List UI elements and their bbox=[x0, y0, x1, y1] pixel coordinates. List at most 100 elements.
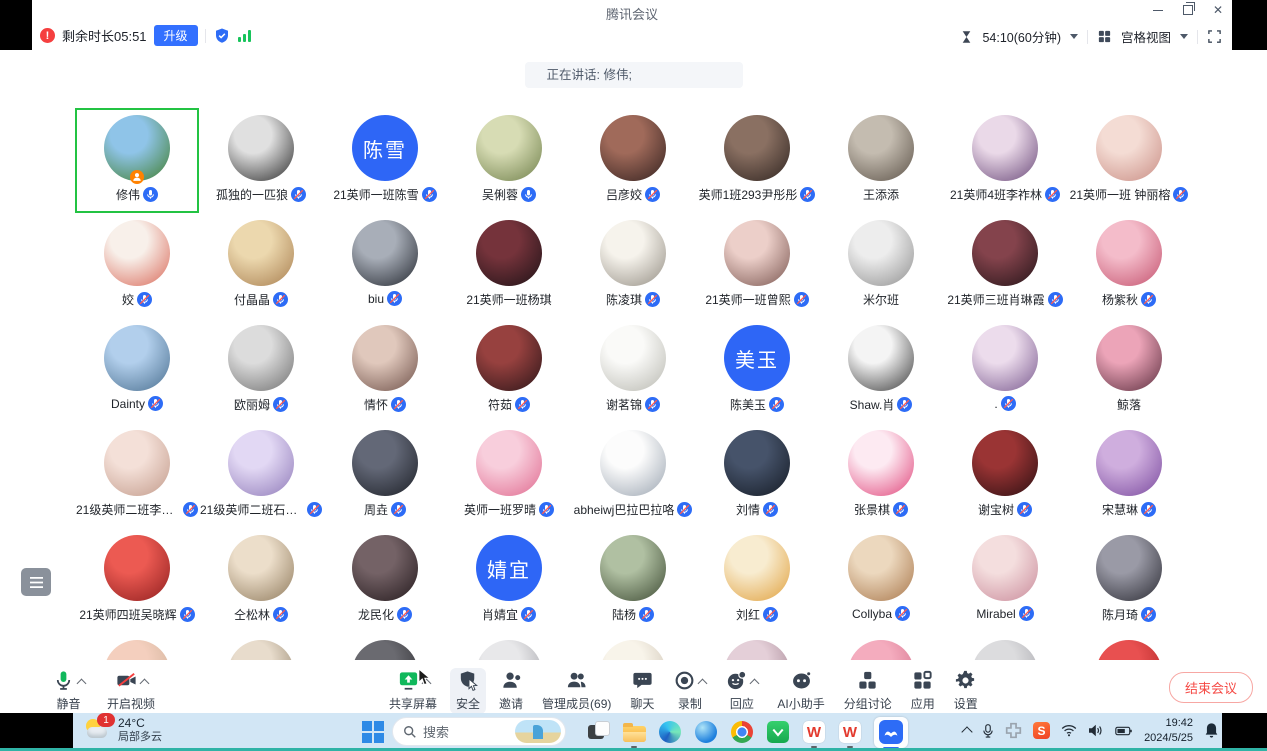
participant-tile[interactable]: 姣 bbox=[75, 213, 199, 318]
chevron-up-icon[interactable] bbox=[750, 679, 760, 689]
taskbar-app-green-store[interactable] bbox=[766, 720, 790, 744]
participant-tile[interactable]: 孤独的一匹狼 bbox=[199, 108, 323, 213]
toolbar-item-apps[interactable]: 应用 bbox=[905, 668, 941, 714]
ime-icon[interactable] bbox=[1005, 722, 1022, 739]
participant-tile[interactable]: 欧丽姆 bbox=[199, 318, 323, 423]
participant-tile[interactable]: 陆杨 bbox=[571, 528, 695, 633]
participant-tile[interactable]: 21英师4班李祚林 bbox=[943, 108, 1067, 213]
participant-name: 刘红 bbox=[736, 606, 760, 623]
battery-icon[interactable] bbox=[1115, 725, 1133, 737]
taskbar-app-task-view[interactable] bbox=[586, 720, 610, 744]
participant-tile[interactable]: 情怀 bbox=[323, 318, 447, 423]
participant-tile[interactable]: 刘情 bbox=[695, 423, 819, 528]
taskbar-app-file-explorer[interactable] bbox=[622, 720, 646, 744]
maximize-button[interactable] bbox=[1180, 2, 1196, 18]
toolbar-item-security[interactable]: 安全 bbox=[450, 668, 486, 714]
toolbar-item-breakout[interactable]: 分组讨论 bbox=[838, 668, 898, 714]
toolbar-item-settings[interactable]: 设置 bbox=[948, 668, 984, 714]
shield-check-icon[interactable] bbox=[213, 27, 231, 45]
participant-tile[interactable]: 英师一班罗晴 bbox=[447, 423, 571, 528]
taskbar-app-browser-360[interactable] bbox=[694, 720, 718, 744]
sogou-input-icon[interactable]: S bbox=[1033, 722, 1050, 739]
end-meeting-button[interactable]: 结束会议 bbox=[1169, 672, 1253, 703]
participant-tile[interactable]: 付晶晶 bbox=[199, 213, 323, 318]
start-button[interactable] bbox=[362, 721, 384, 743]
participant-tile[interactable]: 王添添 bbox=[819, 108, 943, 213]
participant-tile[interactable]: Shaw.肖 bbox=[819, 318, 943, 423]
participant-tile[interactable]: 21英师三班肖琳霞 bbox=[943, 213, 1067, 318]
mic-muted-icon bbox=[1141, 292, 1156, 307]
toolbar-item-screen-share[interactable]: 共享屏幕 bbox=[383, 668, 443, 714]
taskbar-app-edge[interactable] bbox=[658, 720, 682, 744]
participant-tile[interactable]: . bbox=[943, 318, 1067, 423]
participant-tile[interactable]: 陈月琦 bbox=[1067, 528, 1191, 633]
participant-tile[interactable]: 英师1班293尹彤彤 bbox=[695, 108, 819, 213]
volume-icon[interactable] bbox=[1088, 724, 1104, 737]
participant-tile[interactable]: 周垚 bbox=[323, 423, 447, 528]
toolbar-item-members[interactable]: 管理成员(69) bbox=[536, 668, 617, 714]
taskbar-clock[interactable]: 19:42 2024/5/25 bbox=[1144, 716, 1193, 745]
toolbar-item-reaction[interactable]: 回应 bbox=[719, 668, 764, 714]
participant-tile[interactable]: abheiwj巴拉巴拉咯 bbox=[571, 423, 695, 528]
toolbar-item-chat[interactable]: 聊天 bbox=[624, 668, 660, 714]
participant-tile[interactable]: 谢茗锦 bbox=[571, 318, 695, 423]
participant-tile[interactable]: 陈雪21英师一班陈雪 bbox=[323, 108, 447, 213]
participant-tile[interactable]: 仝松林 bbox=[199, 528, 323, 633]
minimize-button[interactable] bbox=[1150, 2, 1166, 18]
taskbar-app-tencent-meeting[interactable] bbox=[874, 717, 908, 748]
participant-tile[interactable]: Dainty bbox=[75, 318, 199, 423]
taskbar-weather-widget[interactable]: 1 24°C 局部多云 bbox=[84, 716, 162, 745]
network-signal-icon[interactable] bbox=[238, 30, 251, 42]
participant-tile[interactable]: 刘红 bbox=[695, 528, 819, 633]
participant-tile[interactable]: Collyba bbox=[819, 528, 943, 633]
participant-avatar bbox=[104, 325, 170, 391]
fullscreen-icon[interactable] bbox=[1207, 29, 1222, 44]
chevron-up-icon[interactable] bbox=[139, 679, 149, 689]
participant-tile[interactable]: 鲸落 bbox=[1067, 318, 1191, 423]
remaining-time-label: 剩余时长05:51 bbox=[62, 26, 147, 45]
view-mode-dropdown-caret[interactable] bbox=[1180, 34, 1188, 39]
participant-tile[interactable]: 杨紫秋 bbox=[1067, 213, 1191, 318]
view-mode-label[interactable]: 宫格视图 bbox=[1121, 27, 1171, 46]
participant-tile[interactable]: 张景棋 bbox=[819, 423, 943, 528]
participant-tile[interactable]: Mirabel bbox=[943, 528, 1067, 633]
participant-tile[interactable]: 21英师四班吴晓辉 bbox=[75, 528, 199, 633]
close-button[interactable]: ✕ bbox=[1210, 2, 1226, 18]
toolbar-item-ai[interactable]: AI小助手 bbox=[771, 668, 830, 714]
taskbar-app-wps-2[interactable]: W bbox=[838, 720, 862, 744]
notification-bell-icon[interactable] bbox=[1204, 722, 1219, 739]
participant-tile[interactable]: 龙民化 bbox=[323, 528, 447, 633]
member-list-toggle[interactable] bbox=[21, 568, 51, 596]
ai-icon bbox=[790, 669, 813, 692]
duration-dropdown-caret[interactable] bbox=[1070, 34, 1078, 39]
taskbar-search-box[interactable]: 搜索 bbox=[392, 717, 566, 746]
toolbar-item-record[interactable]: 录制 bbox=[667, 668, 712, 714]
toolbar-item-camera-off[interactable]: 开启视频 bbox=[101, 668, 161, 714]
wifi-icon[interactable] bbox=[1061, 724, 1077, 737]
participant-tile[interactable]: 陈凌琪 bbox=[571, 213, 695, 318]
participant-tile[interactable]: 米尔班 bbox=[819, 213, 943, 318]
taskbar-app-wps-1[interactable]: W bbox=[802, 720, 826, 744]
participant-tile[interactable]: 21英师一班曾熙 bbox=[695, 213, 819, 318]
chevron-up-icon[interactable] bbox=[698, 679, 708, 689]
participant-tile[interactable]: 美玉陈美玉 bbox=[695, 318, 819, 423]
upgrade-button[interactable]: 升级 bbox=[154, 25, 198, 46]
participant-tile[interactable]: 21英师一班 钟丽榕 bbox=[1067, 108, 1191, 213]
tray-mic-icon[interactable] bbox=[982, 723, 994, 739]
participant-tile[interactable]: 婧宜肖婧宜 bbox=[447, 528, 571, 633]
participant-tile[interactable]: 吕彦姣 bbox=[571, 108, 695, 213]
participant-tile[interactable]: 修伟 bbox=[75, 108, 199, 213]
participant-tile[interactable]: biu bbox=[323, 213, 447, 318]
participant-tile[interactable]: 吴俐蓉 bbox=[447, 108, 571, 213]
participant-tile[interactable]: 21英师一班杨琪 bbox=[447, 213, 571, 318]
toolbar-item-mic-live[interactable]: 静音 bbox=[46, 668, 91, 714]
participant-tile[interactable]: 谢宝树 bbox=[943, 423, 1067, 528]
chevron-up-icon[interactable] bbox=[77, 679, 87, 689]
participant-tile[interactable]: 21级英师二班石岁税 bbox=[199, 423, 323, 528]
participant-tile[interactable]: 宋慧琳 bbox=[1067, 423, 1191, 528]
participant-tile[interactable]: 符茹 bbox=[447, 318, 571, 423]
taskbar-app-chrome[interactable] bbox=[730, 720, 754, 744]
toolbar-item-invite[interactable]: 邀请 bbox=[493, 668, 529, 714]
participant-tile[interactable]: 21级英师二班李梦思 bbox=[75, 423, 199, 528]
tray-chevron-up-icon[interactable] bbox=[961, 726, 972, 737]
